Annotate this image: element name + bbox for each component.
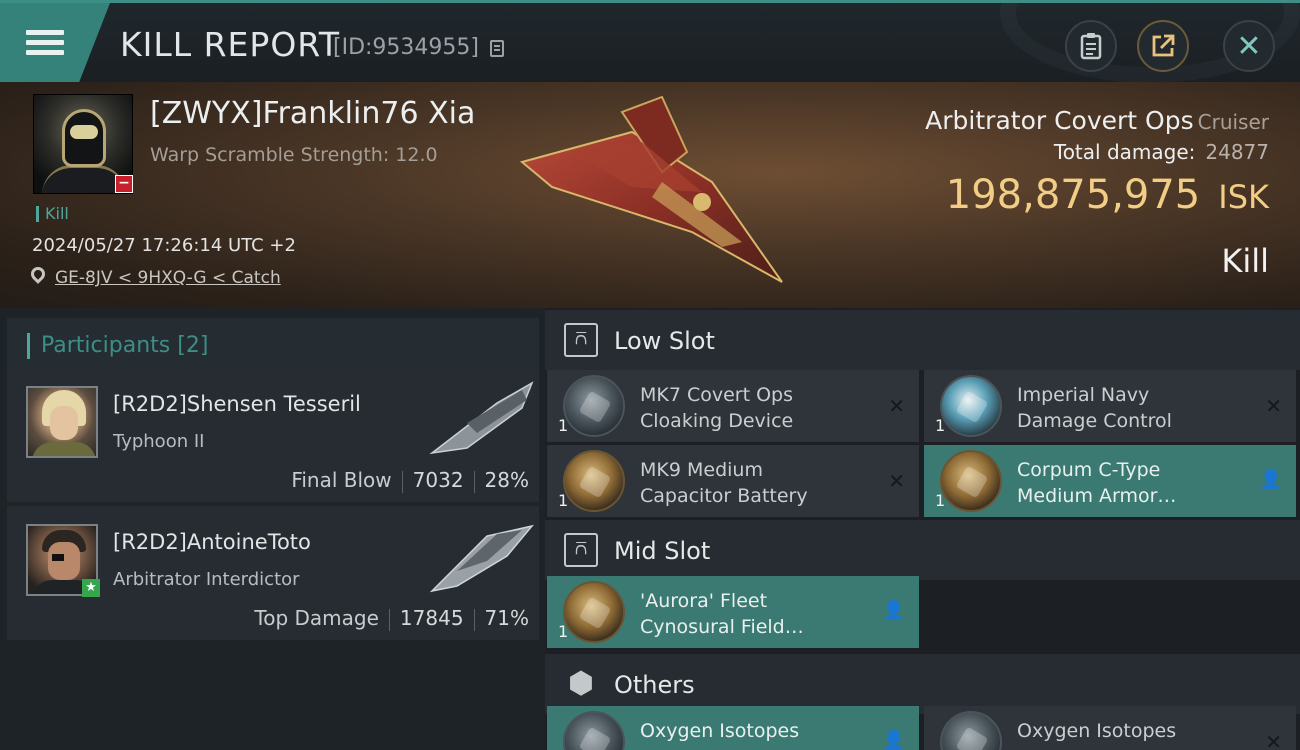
report-id: [ID:9534955] (333, 35, 479, 60)
location-link[interactable]: GE-8JV < 9HXQ-G < Catch (55, 268, 281, 288)
destroyed-icon: ✕ (888, 394, 905, 418)
ship-name-line: Arbitrator Covert Ops Cruiser (925, 106, 1269, 135)
module-item[interactable]: Oxygen Isotopes ✕ (924, 706, 1296, 750)
star-icon: ★ (82, 579, 100, 597)
share-icon (1152, 34, 1175, 57)
participant-damage: 17845 (399, 606, 464, 630)
warp-scramble-strength: Warp Scramble Strength: 12.0 (150, 144, 438, 166)
victim-banner: − [ZWYX]Franklin76 Xia Warp Scramble Str… (0, 82, 1300, 308)
module-item[interactable]: 1 'Aurora' Fleet Cynosural Field… 👤 (547, 576, 919, 648)
module-name: Oxygen Isotopes (1017, 720, 1177, 742)
dropped-person-icon: 👤 (1259, 469, 1282, 490)
menu-button[interactable] (0, 3, 110, 82)
module-item[interactable]: 1 Corpum C-Type Medium Armor… 👤 (924, 445, 1296, 517)
destroyed-icon: ✕ (1265, 394, 1282, 418)
clipboard-button[interactable] (1065, 20, 1117, 72)
module-name: MK7 Covert Ops Cloaking Device (640, 384, 794, 432)
participant-avatar[interactable] (26, 386, 98, 458)
mid-slot-icon: ⩃ (564, 533, 598, 567)
module-name: 'Aurora' Fleet Cynosural Field… (640, 590, 804, 638)
cynosural-field-icon (563, 581, 625, 643)
module-name: Oxygen Isotopes (640, 720, 800, 742)
hamburger-icon (26, 25, 64, 60)
participant-damage: 7032 (412, 468, 464, 492)
module-item[interactable]: 1 MK7 Covert Ops Cloaking Device ✕ (547, 370, 919, 442)
module-quantity: 1 (935, 416, 946, 435)
low-slot-icon: ⩃ (564, 323, 598, 357)
module-item[interactable]: 1 Imperial Navy Damage Control ✕ (924, 370, 1296, 442)
participants-header[interactable]: Participants [2] (7, 318, 539, 372)
victim-ship-image (519, 95, 783, 283)
destroyed-icon: ✕ (1265, 730, 1282, 750)
module-item[interactable]: Oxygen Isotopes 👤 (547, 706, 919, 750)
header-bar: KILL REPORT [ID:9534955] ✕ (0, 0, 1300, 83)
total-damage-line: Total damage: 24877 (1054, 140, 1269, 164)
module-name: Imperial Navy Damage Control (1017, 384, 1172, 432)
participant-name[interactable]: [R2D2]AntoineToto (113, 530, 311, 554)
module-name: MK9 Medium Capacitor Battery (640, 459, 808, 507)
participant-ship-image (429, 524, 534, 593)
kill-result: Kill (1221, 242, 1269, 280)
dropped-person-icon: 👤 (882, 730, 905, 750)
participant-role: Final Blow (291, 468, 392, 492)
cargo-box-icon: ⬢ (567, 666, 595, 701)
participant-stats: Top Damage 17845 71% (254, 606, 529, 631)
participant-ship: Arbitrator Interdictor (113, 569, 300, 590)
isk-value-line: 198,875,975 ISK (946, 172, 1269, 218)
participant-ship-image (429, 381, 534, 455)
ship-class: Cruiser (1197, 110, 1269, 134)
cloaking-device-icon (563, 375, 625, 437)
location-pin-icon (28, 264, 48, 284)
total-damage-value: 24877 (1205, 140, 1269, 164)
total-damage-label: Total damage: (1053, 140, 1196, 164)
participant-name[interactable]: [R2D2]Shensen Tesseril (113, 392, 361, 416)
others-title: Others (614, 671, 695, 699)
participants-panel: Participants [2] [R2D2]Shensen Tesseril … (0, 308, 545, 750)
module-quantity: 1 (935, 491, 946, 510)
close-icon: ✕ (1236, 28, 1262, 64)
participant-percent: 71% (484, 606, 529, 630)
destroyed-icon: ✕ (888, 469, 905, 493)
participant-row[interactable]: ★ [R2D2]AntoineToto Arbitrator Interdict… (7, 506, 539, 640)
oxygen-isotopes-icon (563, 711, 625, 750)
participants-label: Participants (41, 333, 171, 358)
module-name: Corpum C-Type Medium Armor… (1017, 459, 1177, 507)
clipboard-icon (1080, 33, 1102, 60)
hostile-status-badge: − (115, 175, 133, 193)
oxygen-isotopes-icon (940, 711, 1002, 750)
mid-slot-title: Mid Slot (614, 537, 711, 565)
page-title: KILL REPORT (120, 25, 340, 64)
kill-timestamp: 2024/05/27 17:26:14 UTC +2 (32, 235, 296, 256)
copy-id-icon[interactable] (490, 40, 504, 57)
participant-ship: Typhoon II (113, 431, 205, 452)
low-slot-header: ⩃ Low Slot (545, 310, 1300, 370)
fittings-panel: ⩃ Low Slot 1 MK7 Covert Ops Cloaking Devi… (545, 308, 1300, 750)
participant-stats: Final Blow 7032 28% (291, 468, 529, 493)
module-item[interactable]: 1 MK9 Medium Capacitor Battery ✕ (547, 445, 919, 517)
module-quantity: 1 (558, 491, 569, 510)
victim-name[interactable]: [ZWYX]Franklin76 Xia (150, 96, 475, 131)
share-button[interactable] (1137, 20, 1189, 72)
participants-count: [2] (177, 333, 209, 358)
module-quantity: 1 (558, 416, 569, 435)
low-slot-title: Low Slot (614, 327, 715, 355)
damage-control-icon (940, 375, 1002, 437)
armor-repairer-icon (940, 450, 1002, 512)
module-quantity: 1 (558, 622, 569, 641)
others-header: ⬢ Others (545, 654, 1300, 714)
kill-tag: Kill (36, 206, 69, 222)
isk-unit: ISK (1218, 178, 1269, 216)
dropped-person-icon: 👤 (882, 600, 905, 621)
mid-slot-header: ⩃ Mid Slot (545, 520, 1300, 580)
ship-name[interactable]: Arbitrator Covert Ops (925, 106, 1193, 135)
capacitor-battery-icon (563, 450, 625, 512)
isk-value: 198,875,975 (945, 172, 1201, 218)
participant-percent: 28% (484, 468, 529, 492)
participant-row[interactable]: [R2D2]Shensen Tesseril Typhoon II Final … (7, 368, 539, 502)
close-button[interactable]: ✕ (1223, 20, 1275, 72)
participant-role: Top Damage (254, 606, 379, 630)
